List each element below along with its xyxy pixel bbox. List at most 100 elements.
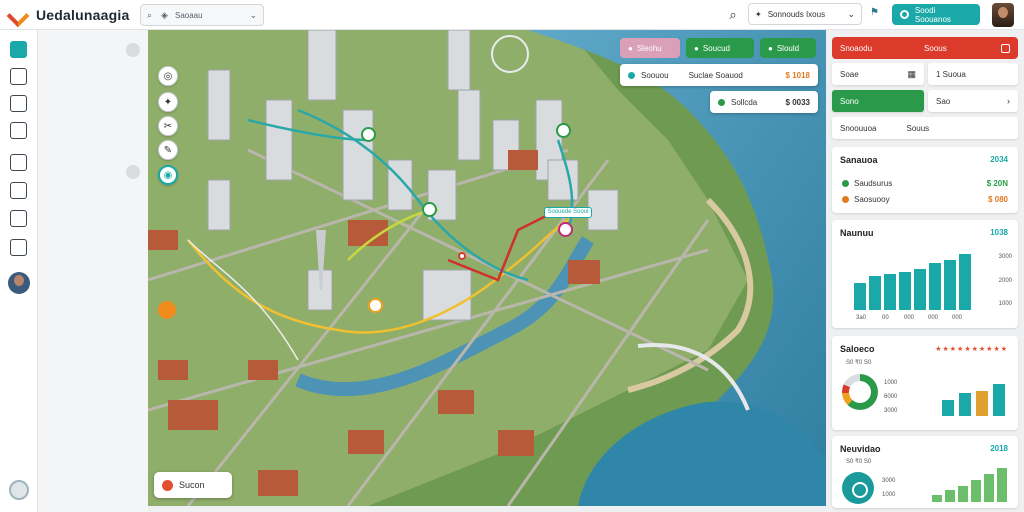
route-summary-detail: Suclae Soauod — [688, 70, 743, 80]
y-tick-label: 1000 — [884, 380, 898, 386]
chevron-down-icon[interactable]: ⌄ — [249, 10, 257, 21]
chart-bar — [959, 393, 971, 416]
sidebar-item-layers[interactable] — [10, 68, 27, 85]
layers-icon[interactable]: ◎ — [158, 66, 178, 86]
app-logo-icon — [8, 6, 28, 24]
route-summary-label: Soouou — [641, 70, 669, 80]
top-toolbar[interactable]: ⌕ ◈ Saoaau ⌄ — [140, 4, 264, 26]
chart-bar — [932, 495, 942, 502]
sidebar-item-list[interactable] — [10, 95, 27, 112]
search-button[interactable]: ⌕ — [724, 6, 742, 24]
sidebar-item-tools[interactable] — [10, 210, 27, 227]
app-root: Uedalunaagia ⌕ ◈ Saoaau ⌄ ⌕ ✦ Sonnouds I… — [0, 0, 1024, 512]
x-tick-label: 000 — [928, 315, 939, 321]
locate-icon[interactable]: ◉ — [158, 165, 178, 185]
panel-row[interactable]: 1 Suoua — [928, 63, 1018, 85]
chart-bar — [914, 269, 926, 310]
map-marker-red[interactable] — [458, 252, 466, 260]
y-tick-label: 6000 — [884, 394, 898, 400]
panel-toggle-icon[interactable] — [126, 43, 140, 57]
panel-header: Snoaodu Soous — [832, 37, 1018, 59]
chevron-down-icon[interactable]: ⌄ — [847, 9, 855, 20]
panel-row[interactable]: Sao › — [928, 90, 1018, 112]
search-icon[interactable]: ⌕ — [147, 11, 155, 20]
chart-card-2: Saloeco ★★★★★★★★★★ S0 ₹0 S0 1000 6000 30… — [832, 336, 1018, 430]
flag-icon[interactable]: ⚑ — [870, 7, 882, 21]
chip-label: Soucud — [702, 43, 730, 53]
summary-item-value: $ 080 — [987, 195, 1008, 204]
measure-icon[interactable]: ✂ — [158, 116, 178, 136]
user-avatar[interactable] — [992, 3, 1014, 27]
route-icon — [718, 98, 725, 106]
primary-action-label: Soodi Soouanos — [914, 5, 951, 24]
sidebar-item-map[interactable] — [10, 41, 27, 58]
filter-chip[interactable]: ● Slould — [760, 38, 816, 58]
filter-chip[interactable]: ● Sleohu — [620, 38, 680, 58]
filter-chip[interactable]: ● Soucud — [686, 38, 754, 58]
bar-chart — [854, 242, 974, 310]
chart-bar — [884, 274, 896, 310]
top-bar: Uedalunaagia ⌕ ◈ Saoaau ⌄ ⌕ ✦ Sonnouds I… — [0, 0, 1024, 30]
route-cost-card[interactable]: Sollcda $ 0033 — [710, 91, 818, 113]
chart-bar — [944, 260, 956, 310]
route-summary-card[interactable]: Soouou Suclae Soauod $ 1018 — [620, 64, 818, 86]
card-title: Sanauoa — [840, 155, 878, 165]
right-panel: Snoaodu Soous Soae ▦ 1 Suoua Sono Sao › … — [826, 30, 1024, 512]
map-marker-green[interactable] — [422, 202, 437, 217]
panel-header-title: Snoaodu — [840, 43, 873, 53]
chevron-right-icon[interactable]: › — [1007, 96, 1010, 106]
map-canvas[interactable]: ◎ ✦ ✂ ✎ ◉ Soouede Sooul ● Sleohu ● Soucu… — [148, 30, 826, 506]
sidebar-item-routes[interactable] — [10, 122, 27, 139]
panel-row-label: Soae — [840, 69, 859, 79]
chip-icon: ● — [768, 43, 773, 53]
card-badge: 1038 — [990, 228, 1008, 237]
chart-bar — [993, 384, 1005, 416]
panel-row[interactable]: Snoouuoa Souus — [832, 117, 1018, 139]
walk-icon[interactable]: ✦ — [158, 92, 178, 112]
card-title: Neuvidao — [840, 444, 881, 454]
chart-bar — [869, 276, 881, 310]
rating-stars: ★★★★★★★★★★ — [935, 346, 1008, 353]
map-marker-pink[interactable] — [558, 222, 573, 237]
legend-label: S0 ₹0 S0 — [846, 360, 872, 366]
sidebar-item-edit[interactable] — [10, 154, 27, 171]
panel-row-value: Souus — [906, 123, 930, 133]
chart-bar — [997, 468, 1007, 502]
top-toolbar-label: Saoaau — [175, 10, 203, 20]
panel-header-subtitle: Soous — [924, 43, 947, 53]
location-select[interactable]: ✦ Sonnouds Ixous ⌄ — [748, 3, 862, 25]
map-marker-green[interactable] — [556, 123, 571, 138]
sidebar-item-reports[interactable] — [10, 239, 27, 256]
panel-row[interactable]: Soae ▦ — [832, 63, 924, 85]
chip-label: Slould — [776, 43, 800, 53]
chart-bar — [959, 254, 971, 310]
panel-handle-icon[interactable] — [126, 165, 140, 179]
primary-action-button[interactable]: Soodi Soouanos — [892, 4, 980, 25]
sidebar-item-analytics[interactable] — [10, 182, 27, 199]
map-marker-green[interactable] — [361, 127, 376, 142]
panel-row-active[interactable]: Sono — [832, 90, 924, 112]
map-marker-poi[interactable] — [158, 301, 176, 319]
legend-button[interactable]: Sucon — [154, 472, 232, 498]
legend-button-label: Sucon — [179, 480, 205, 490]
y-tick-label: 3000 — [884, 408, 898, 414]
route-cost-label: Sollcda — [731, 97, 758, 107]
card-title: Saloeco — [840, 344, 875, 354]
chart-bar — [929, 263, 941, 310]
map-marker-orange[interactable] — [368, 298, 383, 313]
layers-icon[interactable]: ◈ — [161, 11, 169, 20]
chart-card-3: Neuvidao 2018 S0 ₹0 S0 3000 1000 — [832, 436, 1018, 508]
avatar[interactable] — [8, 272, 30, 294]
target-icon — [900, 10, 909, 19]
route-icon — [628, 71, 635, 79]
expand-icon[interactable] — [1001, 43, 1010, 53]
chart-bar — [984, 474, 994, 502]
location-select-value: Sonnouds Ixous — [767, 9, 826, 19]
summary-item-value: $ 20N — [986, 179, 1008, 188]
donut-chart — [842, 472, 874, 504]
help-icon[interactable] — [9, 480, 29, 500]
draw-icon[interactable]: ✎ — [158, 140, 178, 160]
legend-label: S0 ₹0 S0 — [846, 459, 872, 465]
left-sidebar — [0, 30, 38, 512]
bar-chart — [942, 366, 1010, 416]
